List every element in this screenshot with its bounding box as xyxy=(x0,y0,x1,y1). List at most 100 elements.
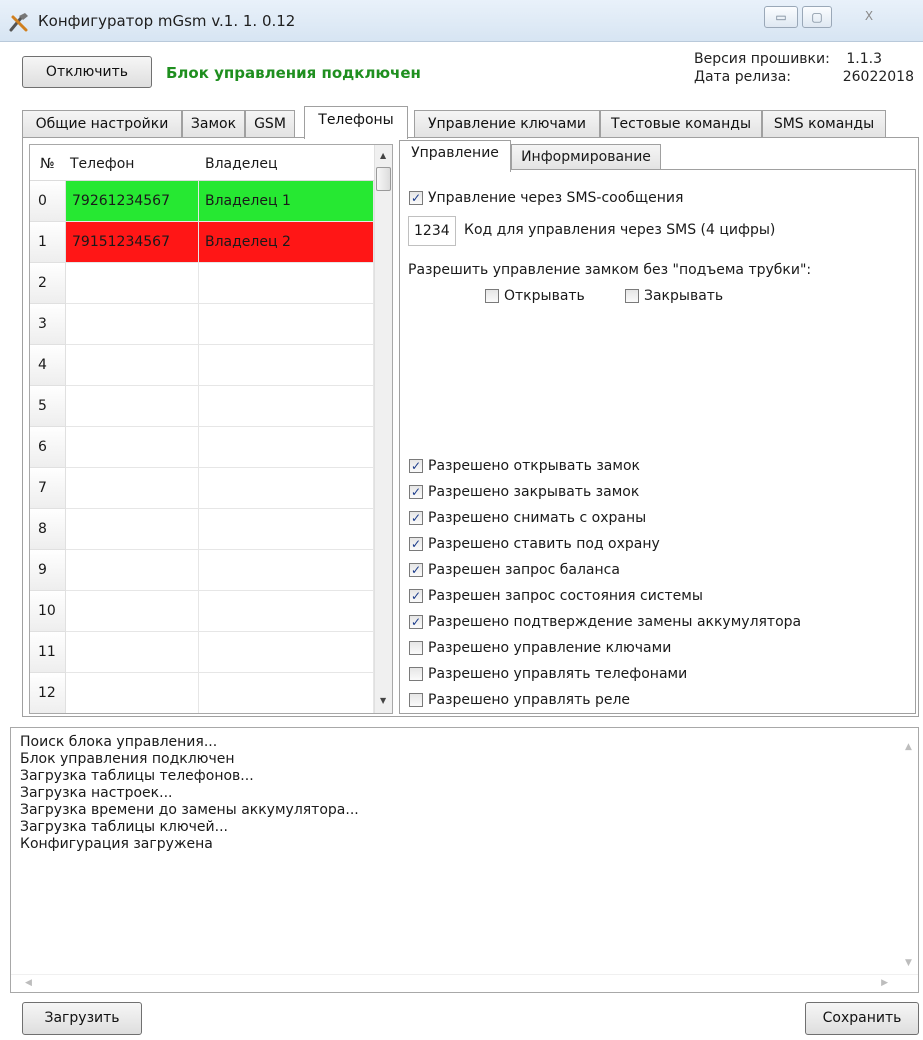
owner-cell[interactable] xyxy=(199,591,374,632)
sms-code-input[interactable]: 1234 xyxy=(408,216,456,246)
permission-checkbox[interactable]: ✓ Разрешено снимать с охраны xyxy=(409,510,646,526)
tab-keys[interactable]: Управление ключами xyxy=(414,110,600,138)
permission-checkbox[interactable]: Разрешено управлять реле xyxy=(409,692,630,708)
permission-checkbox[interactable]: ✓ Разрешено ставить под охрану xyxy=(409,536,660,552)
table-row[interactable]: 3 xyxy=(30,304,374,345)
permission-checkbox[interactable]: ✓ Разрешено открывать замок xyxy=(409,458,640,474)
phone-cell[interactable] xyxy=(66,386,199,427)
log-horizontal-scrollbar[interactable]: ◀ ▶ xyxy=(11,974,918,992)
scroll-right-icon[interactable]: ▶ xyxy=(881,978,888,988)
permission-checkbox[interactable]: Разрешено управление ключами xyxy=(409,640,671,656)
phone-cell[interactable] xyxy=(66,632,199,673)
maximize-button[interactable]: ▢ xyxy=(802,6,832,28)
minimize-button[interactable]: ▭ xyxy=(764,6,798,28)
phone-cell[interactable] xyxy=(66,468,199,509)
log-area[interactable]: Поиск блока управления... Блок управления… xyxy=(10,727,919,993)
column-owner[interactable]: Владелец xyxy=(205,156,278,172)
checkbox-box[interactable]: ✓ xyxy=(409,511,423,525)
checkbox-box[interactable] xyxy=(409,641,423,655)
scroll-down-icon[interactable]: ▼ xyxy=(380,696,386,705)
tab-gsm[interactable]: GSM xyxy=(245,110,295,138)
phone-cell[interactable] xyxy=(66,550,199,591)
table-row[interactable]: 8 xyxy=(30,509,374,550)
allow-without-pickup-label: Разрешить управление замком без "подъема… xyxy=(408,262,812,278)
table-row[interactable]: 11 xyxy=(30,632,374,673)
sms-control-checkbox[interactable]: ✓ Управление через SMS-сообщения xyxy=(409,190,683,206)
tab-control[interactable]: Управление xyxy=(399,140,511,172)
checkbox-box[interactable] xyxy=(409,667,423,681)
phone-cell[interactable] xyxy=(66,263,199,304)
row-number: 3 xyxy=(30,304,66,345)
owner-cell[interactable] xyxy=(199,468,374,509)
tab-notification[interactable]: Информирование xyxy=(511,144,661,171)
table-row[interactable]: 7 xyxy=(30,468,374,509)
table-row[interactable]: 2 xyxy=(30,263,374,304)
phone-cell[interactable] xyxy=(66,304,199,345)
checkbox-box[interactable] xyxy=(485,289,499,303)
checkbox-box[interactable] xyxy=(409,693,423,707)
table-row[interactable]: 5 xyxy=(30,386,374,427)
phone-cell[interactable] xyxy=(66,591,199,632)
column-phone[interactable]: Телефон xyxy=(70,156,134,172)
scroll-up-icon[interactable]: ▲ xyxy=(380,151,386,160)
close-button[interactable]: X xyxy=(844,6,894,28)
open-checkbox[interactable]: Открывать xyxy=(485,288,585,304)
table-row[interactable]: 0 79261234567 Владелец 1 xyxy=(30,181,374,222)
owner-cell[interactable] xyxy=(199,673,374,713)
checkbox-box[interactable]: ✓ xyxy=(409,459,423,473)
owner-cell[interactable] xyxy=(199,304,374,345)
phone-cell[interactable] xyxy=(66,673,199,713)
permission-checkbox[interactable]: ✓ Разрешено закрывать замок xyxy=(409,484,639,500)
phone-cell[interactable] xyxy=(66,509,199,550)
close-checkbox[interactable]: Закрывать xyxy=(625,288,723,304)
save-button[interactable]: Сохранить xyxy=(805,1002,919,1035)
table-scrollbar[interactable]: ▲ ▼ xyxy=(374,145,392,713)
scroll-thumb[interactable] xyxy=(376,167,391,191)
owner-cell[interactable] xyxy=(199,509,374,550)
phone-cell[interactable]: 79151234567 xyxy=(66,222,199,263)
owner-cell[interactable]: Владелец 1 xyxy=(199,181,374,222)
checkbox-box[interactable]: ✓ xyxy=(409,615,423,629)
connection-status: Блок управления подключен xyxy=(166,64,421,82)
permission-checkbox[interactable]: ✓ Разрешено подтверждение замены аккумуля… xyxy=(409,614,801,630)
firmware-value: 1.1.3 xyxy=(846,51,882,67)
owner-cell[interactable] xyxy=(199,345,374,386)
phone-cell[interactable] xyxy=(66,345,199,386)
owner-cell[interactable]: Владелец 2 xyxy=(199,222,374,263)
tab-general[interactable]: Общие настройки xyxy=(22,110,182,138)
disconnect-button[interactable]: Отключить xyxy=(22,56,152,88)
table-row[interactable]: 12 xyxy=(30,673,374,713)
owner-cell[interactable] xyxy=(199,386,374,427)
table-row[interactable]: 1 79151234567 Владелец 2 xyxy=(30,222,374,263)
owner-cell[interactable] xyxy=(199,263,374,304)
column-num[interactable]: № xyxy=(40,156,55,172)
phone-cell[interactable] xyxy=(66,427,199,468)
table-row[interactable]: 4 xyxy=(30,345,374,386)
table-row[interactable]: 10 xyxy=(30,591,374,632)
checkbox-box[interactable]: ✓ xyxy=(409,537,423,551)
owner-cell[interactable] xyxy=(199,427,374,468)
checkbox-box[interactable]: ✓ xyxy=(409,191,423,205)
phones-table[interactable]: № Телефон Владелец 0 79261234567 Владелец … xyxy=(29,144,393,714)
permission-checkbox[interactable]: ✓ Разрешен запрос состояния системы xyxy=(409,588,703,604)
scroll-up-icon[interactable]: ▲ xyxy=(905,742,912,752)
table-row[interactable]: 9 xyxy=(30,550,374,591)
checkbox-box[interactable]: ✓ xyxy=(409,485,423,499)
owner-cell[interactable] xyxy=(199,632,374,673)
phone-cell[interactable]: 79261234567 xyxy=(66,181,199,222)
tab-test-commands[interactable]: Тестовые команды xyxy=(600,110,762,138)
checkbox-box[interactable]: ✓ xyxy=(409,589,423,603)
checkbox-box[interactable]: ✓ xyxy=(409,563,423,577)
load-button[interactable]: Загрузить xyxy=(22,1002,142,1035)
log-vertical-scrollbar[interactable]: ▲ ▼ xyxy=(900,728,918,976)
permission-checkbox[interactable]: ✓ Разрешен запрос баланса xyxy=(409,562,620,578)
tab-lock[interactable]: Замок xyxy=(182,110,245,138)
permission-checkbox[interactable]: Разрешено управлять телефонами xyxy=(409,666,687,682)
table-row[interactable]: 6 xyxy=(30,427,374,468)
tab-phones[interactable]: Телефоны xyxy=(304,106,408,139)
scroll-down-icon[interactable]: ▼ xyxy=(905,958,912,968)
owner-cell[interactable] xyxy=(199,550,374,591)
tab-sms-commands[interactable]: SMS команды xyxy=(762,110,886,138)
checkbox-box[interactable] xyxy=(625,289,639,303)
scroll-left-icon[interactable]: ◀ xyxy=(25,978,32,988)
